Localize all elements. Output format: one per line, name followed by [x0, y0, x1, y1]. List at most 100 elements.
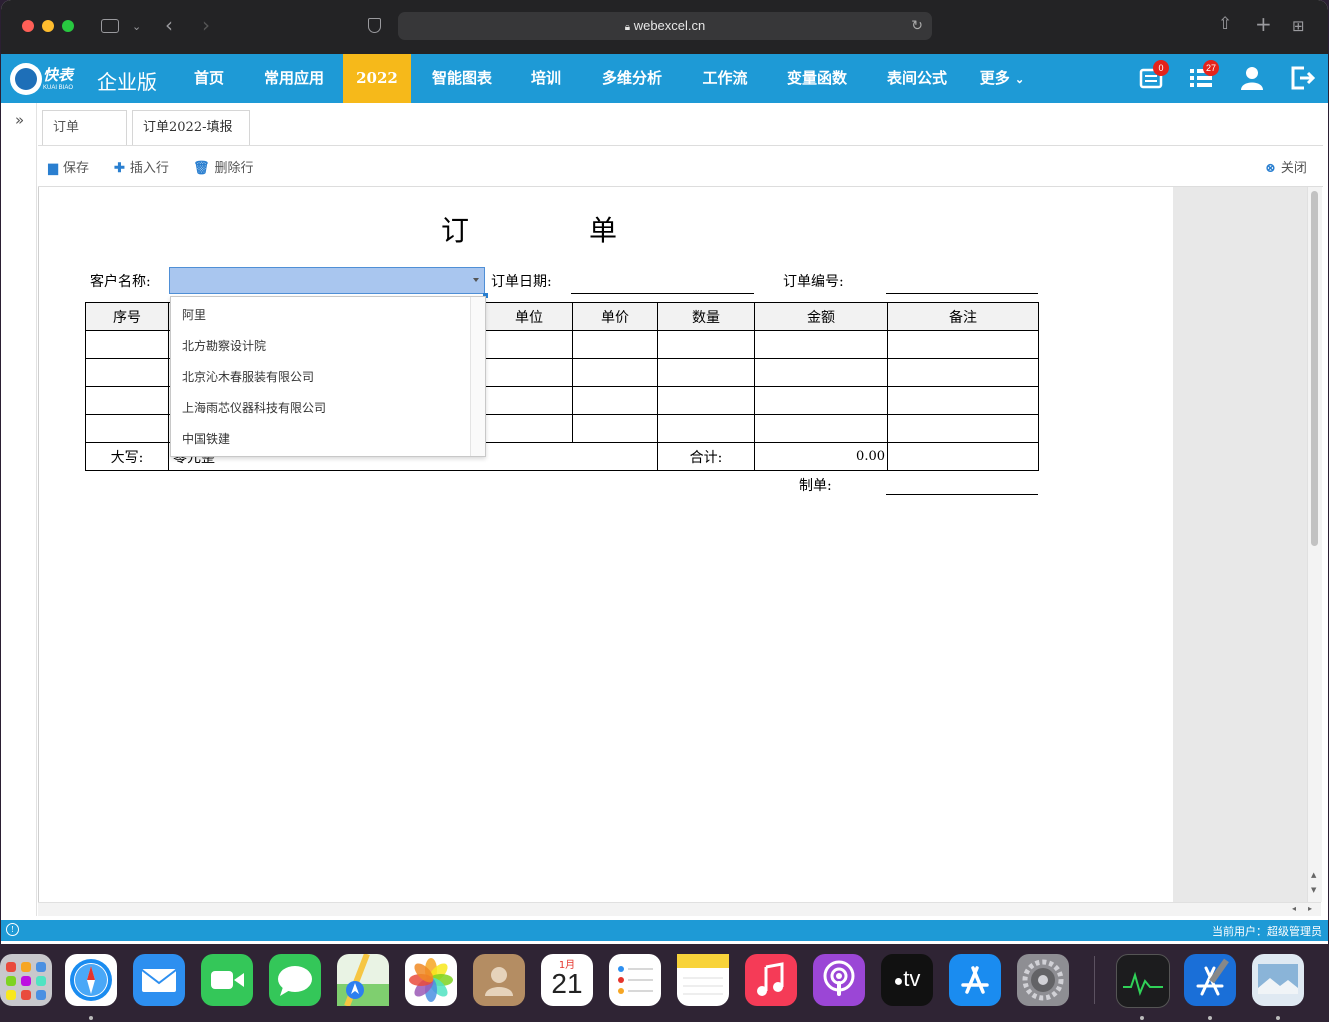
trash-icon: 🗑︎ — [193, 161, 210, 176]
dropdown-option[interactable]: 阿里 — [182, 306, 206, 323]
table-cell[interactable] — [754, 386, 888, 415]
share-icon[interactable]: ⇧ — [1218, 16, 1232, 33]
scroll-left-icon[interactable]: ◂ — [1292, 904, 1296, 913]
chevron-down-icon[interactable]: ⌄ — [132, 19, 141, 35]
table-cell[interactable] — [85, 330, 169, 359]
table-cell[interactable] — [754, 330, 888, 359]
scroll-up-icon[interactable]: ▲ — [1311, 871, 1316, 879]
nav-2022[interactable]: 2022 — [343, 54, 411, 103]
calendar-icon[interactable]: 1月 21 — [541, 954, 593, 1006]
address-bar[interactable]: 🔒︎ webexcel.cn ↻ — [398, 12, 932, 40]
table-cell[interactable] — [572, 330, 658, 359]
expand-sidebar-icon[interactable]: » — [15, 111, 24, 129]
tv-icon[interactable]: ●tv — [881, 954, 933, 1006]
app-store-icon[interactable] — [949, 954, 1001, 1006]
horizontal-scrollbar[interactable]: ◂ ▸ — [38, 902, 1321, 916]
nav-workflow[interactable]: 工作流 — [693, 54, 757, 103]
dropdown-option[interactable]: 北方勘察设计院 — [182, 337, 266, 354]
safari-icon[interactable] — [65, 954, 117, 1006]
podcasts-icon[interactable] — [813, 954, 865, 1006]
scroll-right-icon[interactable]: ▸ — [1308, 904, 1312, 913]
dropdown-option[interactable]: 中国铁建 — [182, 430, 230, 447]
tab-order-2022-fill[interactable]: 订单2022-填报× — [132, 110, 250, 169]
info-icon[interactable]: ! — [6, 923, 19, 936]
nav-home[interactable]: 首页 — [185, 54, 233, 103]
nav-cross-table-formula[interactable]: 表间公式 — [877, 54, 957, 103]
vertical-scroll-thumb[interactable] — [1311, 191, 1318, 546]
delete-row-button[interactable]: 🗑︎ 删除行 — [193, 157, 254, 176]
maker-field[interactable] — [886, 494, 1038, 495]
tab-order-2022[interactable]: 订单2022× — [42, 110, 127, 169]
vertical-scrollbar[interactable]: ▲ ▼ — [1307, 187, 1322, 902]
preview-icon[interactable] — [1252, 954, 1304, 1006]
order-date-field[interactable] — [571, 293, 754, 294]
table-cell[interactable] — [754, 358, 888, 387]
browser-window: ⌄ ‹ › 🔒︎ webexcel.cn ↻ ⇧ + ⊞ 快表 KUAI BIA… — [1, 0, 1328, 944]
table-cell[interactable] — [754, 414, 888, 443]
notes-icon[interactable] — [677, 954, 729, 1006]
shield-icon[interactable] — [368, 18, 381, 33]
table-cell[interactable] — [485, 358, 573, 387]
table-cell[interactable] — [657, 414, 755, 443]
summary-remark-cell[interactable] — [887, 442, 1039, 471]
dropdown-option[interactable]: 北京沁木春服装有限公司 — [182, 368, 314, 385]
tab-overview-icon[interactable]: ⊞ — [1292, 18, 1305, 34]
scroll-down-icon[interactable]: ▼ — [1311, 886, 1316, 894]
logout-icon[interactable] — [1289, 65, 1315, 91]
order-number-field[interactable] — [886, 293, 1038, 294]
table-cell[interactable] — [657, 358, 755, 387]
table-cell[interactable] — [887, 414, 1039, 443]
system-preferences-icon[interactable] — [1017, 954, 1069, 1006]
table-cell[interactable] — [572, 358, 658, 387]
customer-name-label: 客户名称: — [90, 274, 151, 290]
sidebar-icon[interactable] — [101, 19, 119, 33]
zoom-window-button[interactable] — [62, 20, 74, 32]
table-cell[interactable] — [657, 330, 755, 359]
table-cell[interactable] — [572, 386, 658, 415]
forward-icon[interactable]: › — [202, 15, 210, 35]
back-icon[interactable]: ‹ — [165, 15, 173, 35]
reload-icon[interactable]: ↻ — [911, 18, 923, 34]
mail-icon[interactable] — [133, 954, 185, 1006]
launchpad-icon[interactable] — [0, 954, 52, 1006]
nav-common-apps[interactable]: 常用应用 — [255, 54, 333, 103]
facetime-icon[interactable] — [201, 954, 253, 1006]
dropdown-scrollbar[interactable] — [470, 297, 485, 456]
contacts-icon[interactable] — [473, 954, 525, 1006]
minimize-window-button[interactable] — [42, 20, 54, 32]
xcode-icon[interactable] — [1184, 954, 1236, 1006]
table-cell[interactable] — [85, 414, 169, 443]
table-cell[interactable] — [485, 330, 573, 359]
total-label: 合计: — [657, 442, 755, 471]
close-form-button[interactable]: ⊗ 关闭 — [1265, 157, 1307, 176]
table-cell[interactable] — [485, 414, 573, 443]
table-cell[interactable] — [887, 358, 1039, 387]
table-cell[interactable] — [85, 358, 169, 387]
maps-icon[interactable] — [337, 952, 389, 1008]
nav-smart-charts[interactable]: 智能图表 — [422, 54, 502, 103]
table-cell[interactable] — [85, 386, 169, 415]
table-cell[interactable] — [657, 386, 755, 415]
music-icon[interactable] — [745, 954, 797, 1006]
activity-monitor-icon[interactable] — [1116, 954, 1170, 1008]
close-window-button[interactable] — [22, 20, 34, 32]
save-button[interactable]: ▆ 保存 — [48, 157, 89, 176]
table-cell[interactable] — [887, 330, 1039, 359]
nav-training[interactable]: 培训 — [522, 54, 570, 103]
dropdown-option[interactable]: 上海雨芯仪器科技有限公司 — [182, 399, 326, 416]
nav-more[interactable]: 更多 ⌄ — [977, 54, 1027, 103]
table-cell[interactable] — [887, 386, 1039, 415]
reminders-icon[interactable] — [609, 954, 661, 1006]
logo-subtext: KUAI BIAO — [43, 85, 74, 91]
messages-icon[interactable] — [269, 954, 321, 1006]
table-cell[interactable] — [485, 386, 573, 415]
insert-row-button[interactable]: ✚ 插入行 — [114, 157, 169, 176]
new-tab-icon[interactable]: + — [1255, 14, 1272, 34]
user-icon[interactable] — [1239, 65, 1265, 91]
nav-multidim-analysis[interactable]: 多维分析 — [592, 54, 672, 103]
caret-down-icon[interactable] — [473, 278, 479, 282]
photos-icon[interactable] — [405, 954, 457, 1006]
table-cell[interactable] — [572, 414, 658, 443]
customer-name-select[interactable] — [169, 267, 485, 294]
nav-variable-functions[interactable]: 变量函数 — [777, 54, 857, 103]
